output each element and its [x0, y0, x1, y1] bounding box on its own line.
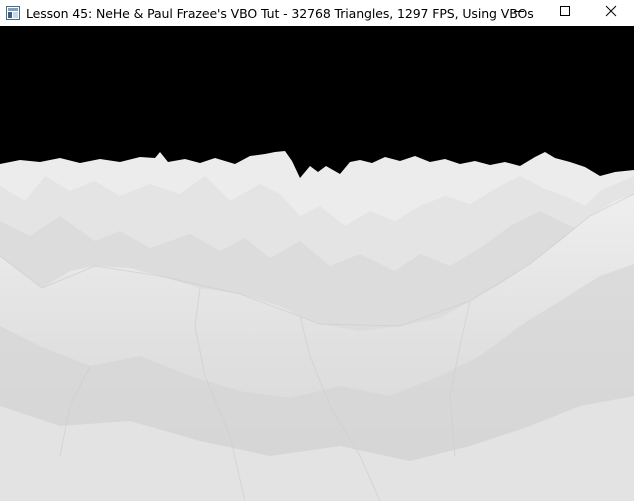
opengl-viewport[interactable] — [0, 26, 634, 501]
maximize-button[interactable] — [542, 0, 588, 26]
minimize-icon — [513, 4, 525, 22]
window-title: Lesson 45: NeHe & Paul Frazee's VBO Tut … — [26, 5, 534, 21]
close-icon — [605, 4, 617, 22]
app-icon[interactable] — [5, 5, 21, 21]
terrain-render — [0, 26, 634, 501]
window-controls — [496, 0, 634, 26]
close-button[interactable] — [588, 0, 634, 26]
minimize-button[interactable] — [496, 0, 542, 26]
title-bar[interactable]: Lesson 45: NeHe & Paul Frazee's VBO Tut … — [0, 0, 634, 26]
maximize-icon — [559, 4, 571, 22]
app-window: Lesson 45: NeHe & Paul Frazee's VBO Tut … — [0, 0, 634, 501]
